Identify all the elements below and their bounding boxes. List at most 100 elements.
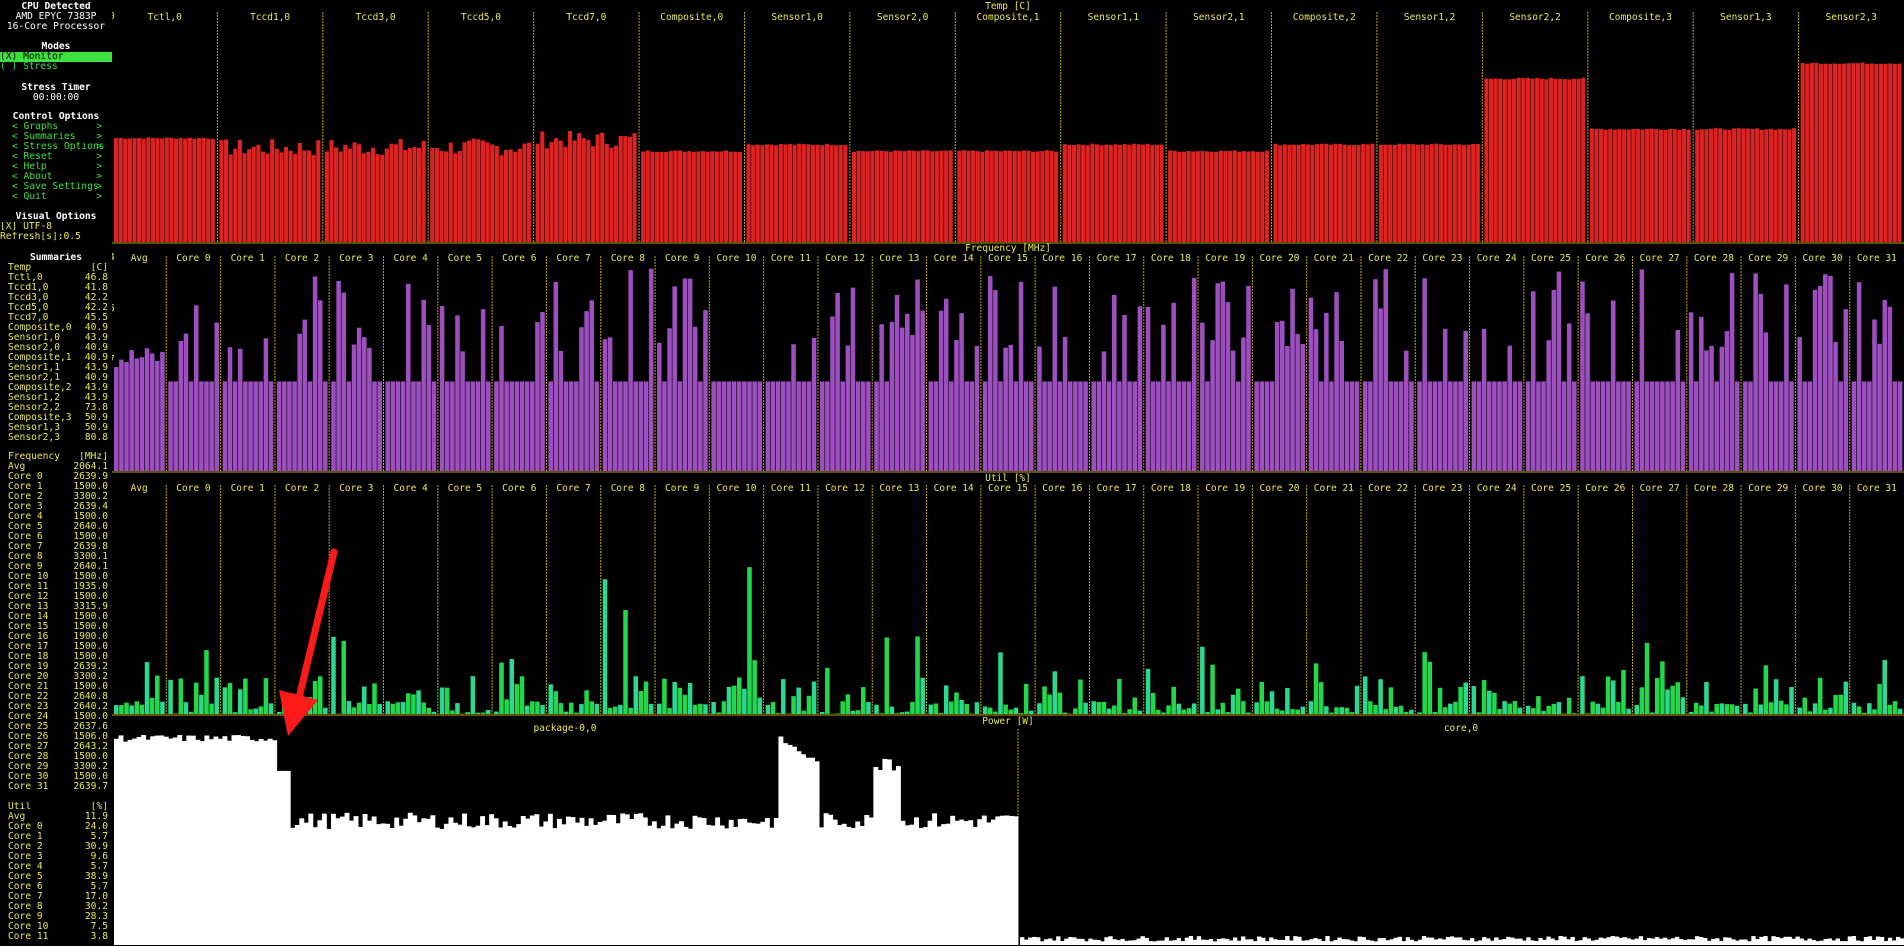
freq-bar — [460, 351, 465, 471]
util-bar — [1872, 709, 1877, 714]
power-bar — [227, 740, 232, 945]
util-bar — [499, 662, 504, 714]
menu-item-quit[interactable]: < Quit > — [0, 192, 112, 202]
temp-bar — [1406, 143, 1411, 242]
freq-summary-row: Core 15 1500.0 — [0, 622, 112, 632]
summary-value: 7.5 — [90, 922, 108, 932]
freq-bar — [1556, 271, 1562, 471]
util-bar — [1274, 708, 1280, 714]
summary-key: Composite,2 — [8, 383, 72, 393]
freq-bar — [1166, 381, 1171, 471]
power-bar — [579, 817, 585, 945]
power-core-bar — [1064, 938, 1069, 945]
temp-bar — [614, 145, 619, 242]
mode-stress-radio[interactable]: ( ) Stress — [0, 62, 112, 72]
temp-bar — [1668, 129, 1673, 242]
power-core-bar — [1032, 936, 1037, 945]
power-bar — [805, 757, 811, 945]
power-bar — [950, 815, 956, 945]
util-bar — [716, 712, 721, 714]
util-bar — [1861, 712, 1867, 714]
util-bar — [1649, 712, 1655, 714]
menu-item-summaries[interactable]: < Summaries > — [0, 132, 112, 142]
freq-bar — [1191, 277, 1197, 471]
menu-item-savesettings[interactable]: < Save Settings > — [0, 182, 112, 192]
util-bar — [1052, 671, 1058, 714]
util-bar — [1644, 642, 1650, 714]
freq-bar — [1763, 332, 1769, 471]
power-core-bar — [1562, 936, 1567, 945]
util-bar — [1417, 712, 1422, 714]
util-bar — [747, 567, 752, 714]
temp-bar — [1874, 63, 1879, 243]
util-panel-label: Core 27 — [1640, 483, 1680, 494]
power-core-bar — [1024, 939, 1029, 945]
freq-bar — [855, 381, 861, 471]
temp-bar — [1347, 145, 1352, 242]
util-bar — [1675, 682, 1681, 714]
power-core-bar — [1699, 937, 1704, 945]
temp-bar — [283, 146, 289, 242]
power-core-bar — [1385, 940, 1390, 945]
summary-value: 3315.9 — [73, 602, 108, 612]
freq-summary-row: Core 31 2639.7 — [0, 782, 112, 792]
power-bar — [882, 758, 888, 945]
util-panel-label: Core 30 — [1803, 483, 1843, 494]
freq-bar — [1719, 346, 1725, 471]
power-core-bar — [1807, 938, 1812, 945]
menu-item-reset[interactable]: < Reset > — [0, 152, 112, 162]
util-bar — [168, 679, 173, 714]
freq-bar — [1665, 381, 1670, 471]
util-bar — [602, 579, 608, 714]
freq-bar — [602, 339, 608, 471]
temp-bar — [1113, 144, 1118, 242]
summary-value: 40.9 — [84, 323, 108, 333]
mode-monitor-radio[interactable]: (X) Monitor — [0, 52, 112, 62]
freq-bar — [204, 381, 209, 471]
menu-item-help[interactable]: < Help > — [0, 162, 112, 172]
freq-bar — [938, 310, 944, 471]
power-core-bar — [1666, 939, 1672, 945]
util-summary-row: Core 6 5.7 — [0, 882, 112, 892]
util-bar — [1181, 709, 1187, 714]
temp-bar — [774, 145, 779, 242]
util-bar — [1145, 668, 1151, 714]
freq-bar — [879, 324, 884, 471]
power-core-bar — [1711, 939, 1716, 945]
temp-bar — [1021, 150, 1026, 242]
menu-item-stressoptions[interactable]: < Stress Options > — [0, 142, 112, 152]
menu-item-graphs[interactable]: < Graphs > — [0, 122, 112, 132]
power-core-bar — [1052, 940, 1057, 945]
temp-bar — [1809, 62, 1814, 242]
temp-bar — [1567, 79, 1572, 242]
power-core-bar — [1048, 938, 1053, 945]
temp-bar — [1044, 150, 1049, 242]
temp-bar — [467, 140, 472, 242]
util-bar — [1368, 701, 1373, 714]
utf8-checkbox[interactable]: [X] UTF-8 — [0, 222, 112, 232]
temp-bar — [719, 151, 724, 242]
power-core-bar — [1522, 940, 1527, 945]
temp-bar — [1104, 144, 1109, 242]
power-core-bar — [1546, 936, 1551, 945]
util-bar — [455, 703, 460, 714]
temp-bar — [971, 150, 976, 242]
freq-bar — [568, 381, 574, 471]
summary-key: Core 8 — [8, 902, 43, 912]
freq-bar — [1220, 281, 1226, 471]
power-bar — [394, 817, 400, 945]
util-bar — [1572, 713, 1577, 714]
temp-bar — [1576, 78, 1581, 242]
power-core-bar — [1538, 937, 1543, 945]
util-bar — [377, 704, 382, 714]
menu-item-about[interactable]: < About > — [0, 172, 112, 182]
freq-bar — [248, 381, 253, 471]
util-summary-row: Core 1 5.7 — [0, 832, 112, 842]
temp-bar — [540, 131, 545, 242]
freq-bar — [173, 381, 178, 471]
refresh-input[interactable]: Refresh[s]:0.5 — [0, 232, 112, 242]
freq-bar — [1734, 381, 1740, 471]
temp-bar — [710, 151, 715, 242]
power-bar — [335, 818, 341, 945]
util-bar — [1176, 703, 1182, 714]
